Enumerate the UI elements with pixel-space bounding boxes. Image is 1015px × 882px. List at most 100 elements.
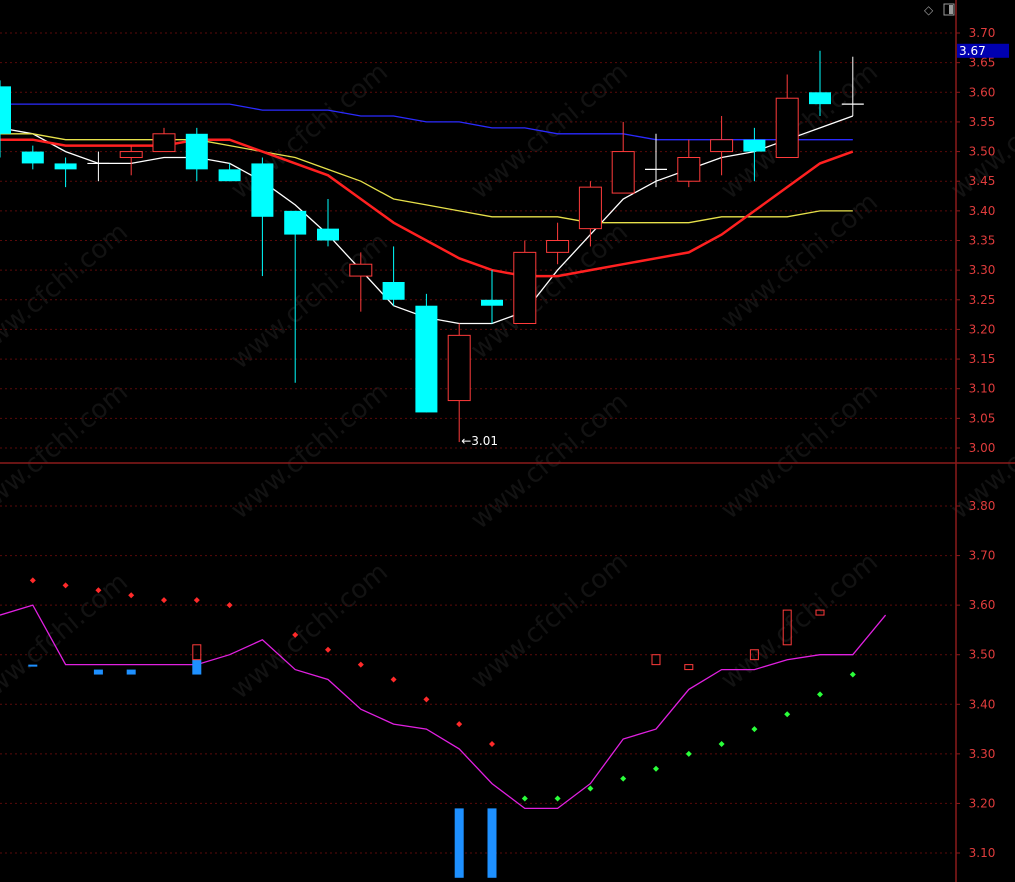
price-tick-label: 3.20 [969, 322, 996, 336]
sar-dot-green [620, 775, 627, 782]
indicator-line [0, 604, 887, 810]
price-tick-label: 3.50 [969, 145, 996, 159]
candle-body-up [447, 334, 471, 402]
candle-body-up [152, 133, 176, 153]
candle-body-down [0, 86, 11, 134]
price-tick-label: 3.40 [969, 204, 996, 218]
indicator-blue-bar [93, 669, 103, 675]
watermark-text: www.cfchi.com [465, 387, 634, 535]
watermark-text: www.cfchi.com [465, 217, 634, 365]
indicator-panel[interactable] [0, 577, 887, 878]
candle-body-down [54, 163, 77, 170]
watermark-text: www.cfchi.com [465, 57, 634, 205]
watermark-text: www.cfchi.com [225, 557, 394, 705]
indicator-blue-bar [454, 808, 464, 878]
candle-body-down [809, 92, 831, 105]
sar-dot-red [161, 597, 167, 604]
watermark-text: www.cfchi.com [0, 377, 134, 525]
candle-body-up [710, 139, 734, 153]
candle-body-down [415, 305, 438, 413]
indicator-blue-bar [192, 659, 202, 675]
sar-dot-green [817, 691, 823, 698]
price-tick-label: 3.55 [969, 115, 996, 129]
sar-dot-red [390, 676, 397, 683]
watermark-text: www.cfchi.com [715, 187, 884, 335]
toolbar: ◇ [924, 3, 955, 17]
candle-body-down [185, 133, 208, 170]
indicator-blue-bar [487, 808, 497, 878]
lower-tick-label: 3.30 [969, 747, 996, 761]
watermark-text: www.cfchi.com [225, 227, 394, 375]
candle-body-up [513, 251, 537, 325]
price-tick-label: 3.00 [969, 441, 996, 455]
indicator-blue-bar [28, 664, 38, 667]
price-tick-label: 3.10 [969, 382, 996, 396]
candle-body-down [481, 299, 503, 306]
candle-body-down [218, 169, 241, 182]
indicator-red-box [192, 644, 202, 661]
candle-body-down [317, 228, 339, 241]
candle-body-up [578, 186, 602, 230]
lower-tick-label: 3.20 [969, 796, 996, 810]
price-tick-label: 3.45 [969, 174, 996, 188]
candle-body-up [611, 151, 635, 194]
sar-dot-green [751, 726, 758, 733]
sar-dot-green [587, 785, 594, 792]
candle-body-up [677, 157, 701, 182]
candle-body-down [743, 139, 766, 152]
sar-dot-red [29, 577, 36, 584]
price-panel[interactable]: ←3.01 [0, 50, 864, 448]
sar-dot-red [423, 696, 430, 703]
panel-toggle-icon-fill [949, 5, 953, 14]
candle-body-down [284, 210, 307, 235]
sar-dot-green [521, 795, 528, 802]
watermark-text: www.cfchi.com [0, 217, 134, 365]
price-tick-label: 3.35 [969, 234, 996, 248]
diamond-icon[interactable]: ◇ [924, 3, 934, 17]
sar-dot-green [784, 711, 791, 718]
price-tick-label: 3.70 [969, 26, 996, 40]
sar-dot-red [62, 582, 69, 589]
lower-tick-label: 3.50 [969, 648, 996, 662]
candle-body-down [382, 282, 405, 300]
sar-dot-red [325, 646, 331, 653]
sar-dot-green [653, 765, 659, 772]
watermark-text: www.cfchi.com [715, 547, 884, 695]
watermark-text: www.cfchi.com [225, 377, 394, 525]
sar-dot-red [193, 597, 200, 604]
sar-dot-red [489, 740, 495, 747]
sar-dot-green [554, 795, 561, 802]
axes [0, 0, 1015, 882]
watermark-text: www.cfchi.com [715, 377, 884, 525]
price-tick-label: 3.05 [969, 411, 996, 425]
sar-dot-red [226, 602, 233, 609]
last-price-label: 3.67 [959, 44, 986, 58]
watermark-text: www.cfchi.com [0, 567, 134, 715]
ma-line-blue [0, 103, 853, 141]
lower-tick-label: 3.80 [969, 499, 996, 513]
candle-body-up [546, 240, 570, 253]
price-tick-label: 3.25 [969, 293, 996, 307]
candle-body-up [349, 263, 373, 277]
lower-tick-label: 3.60 [969, 598, 996, 612]
lower-tick-label: 3.70 [969, 549, 996, 563]
chart-canvas[interactable]: www.cfchi.comwww.cfchi.comwww.cfchi.comw… [0, 0, 1015, 882]
sar-dot-green [718, 740, 725, 747]
lower-tick-label: 3.40 [969, 697, 996, 711]
sar-dot-green [685, 750, 692, 757]
watermark-text: www.cfchi.com [225, 57, 394, 205]
watermark-text: www.cfchi.com [715, 57, 884, 205]
candle-body-down [21, 151, 44, 164]
price-tick-label: 3.30 [969, 263, 996, 277]
low-price-annotation: ←3.01 [461, 434, 498, 448]
indicator-blue-bar [126, 669, 136, 675]
price-tick-label: 3.15 [969, 352, 996, 366]
sar-dot-green [849, 671, 856, 678]
indicator-red-box [651, 654, 661, 666]
indicator-red-box [684, 664, 694, 671]
candle-body-up [775, 97, 799, 158]
ma-line-red [0, 138, 854, 278]
candle-body-down [251, 163, 274, 217]
candle-body-up [119, 151, 143, 158]
watermark-text: www.cfchi.com [465, 547, 634, 695]
